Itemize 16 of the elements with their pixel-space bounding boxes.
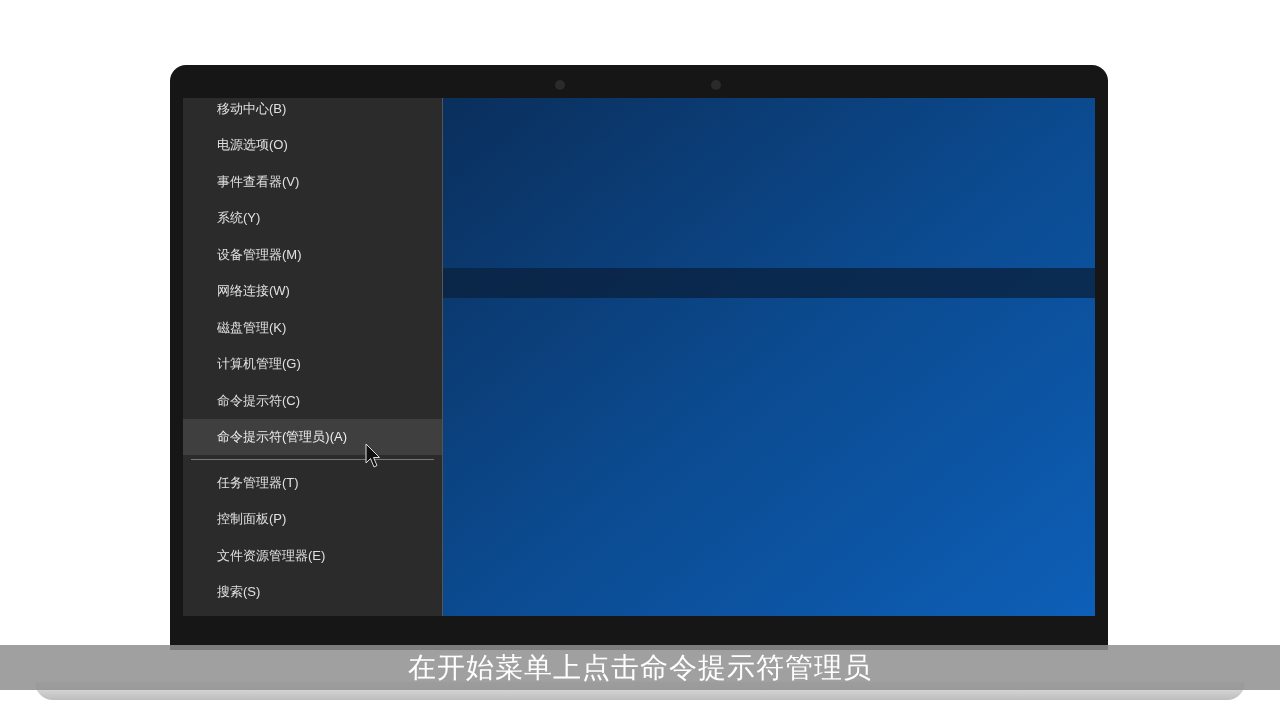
subtitle: 在开始菜单上点击命令提示符管理员 (408, 650, 872, 685)
menu-item[interactable]: 命令提示符(C) (183, 382, 442, 419)
menu-item[interactable]: 控制面板(P) (183, 500, 442, 537)
menu-item[interactable]: 文件资源管理器(E) (183, 537, 442, 574)
menu-item[interactable]: 任务管理器(T) (183, 464, 442, 501)
menu-item[interactable]: 计算机管理(G) (183, 345, 442, 382)
menu-item[interactable]: 搜索(S) (183, 573, 442, 610)
menu-item[interactable]: 电源选项(O) (183, 126, 442, 163)
menu-item[interactable]: 设备管理器(M) (183, 236, 442, 273)
menu-item[interactable]: 网络连接(W) (183, 272, 442, 309)
mouse-cursor-icon (365, 443, 381, 469)
menu-item[interactable]: 磁盘管理(K) (183, 309, 442, 346)
menu-item[interactable]: 移动中心(B) (183, 98, 442, 127)
menu-item[interactable]: 事件查看器(V) (183, 163, 442, 200)
menu-item[interactable]: 命令提示符(管理员)(A) (183, 418, 442, 455)
menu-item[interactable]: 系统(Y) (183, 199, 442, 236)
